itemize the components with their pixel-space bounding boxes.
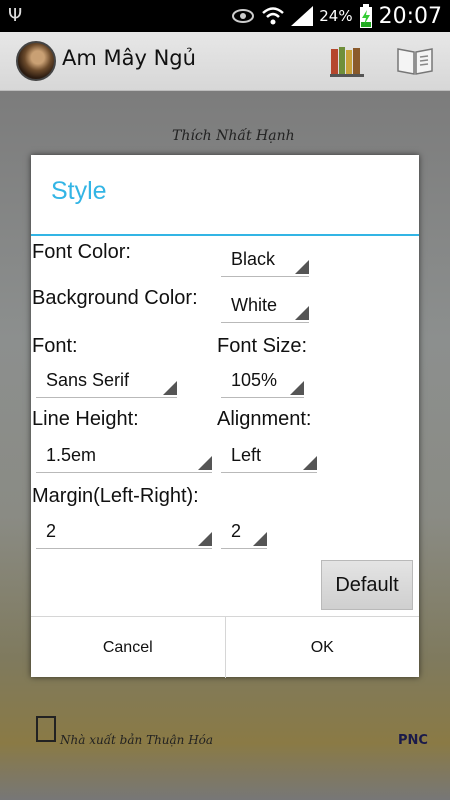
- background-color-label: Background Color:: [32, 287, 198, 309]
- margin-left-spinner[interactable]: 2: [36, 519, 212, 549]
- alignment-value: Left: [231, 445, 262, 465]
- clock: 20:07: [378, 3, 442, 29]
- cancel-button[interactable]: Cancel: [31, 617, 225, 678]
- line-height-value: 1.5em: [46, 445, 97, 465]
- font-label: Font:: [32, 335, 78, 357]
- font-size-spinner[interactable]: 105%: [221, 368, 304, 398]
- spinner-arrow-icon: [198, 456, 212, 470]
- spinner-arrow-icon: [198, 532, 212, 546]
- style-dialog: Style Font Color: Black Background Color…: [31, 155, 419, 678]
- font-value: Sans Serif: [46, 370, 130, 390]
- cover-author: Thích Nhất Hạnh: [172, 128, 295, 144]
- font-spinner[interactable]: Sans Serif: [36, 368, 177, 398]
- dialog-title: Style: [51, 177, 107, 205]
- font-size-label: Font Size:: [217, 335, 308, 357]
- margin-right-spinner[interactable]: 2: [221, 519, 267, 549]
- margin-left-value: 2: [46, 521, 57, 541]
- background-color-spinner[interactable]: White: [221, 293, 309, 323]
- dialog-button-bar: Cancel OK: [31, 616, 419, 678]
- default-button[interactable]: Default: [321, 560, 413, 610]
- action-bar: Am Mây Ngủ: [0, 32, 450, 91]
- signal-icon: [291, 6, 314, 26]
- books-icon[interactable]: [330, 45, 364, 77]
- usb-icon: Ψ: [8, 5, 23, 26]
- battery-charging-icon: [359, 4, 372, 28]
- line-height-label: Line Height:: [32, 408, 139, 430]
- spinner-arrow-icon: [253, 532, 267, 546]
- status-icons: 24% 20:07: [231, 0, 442, 32]
- alignment-label: Alignment:: [217, 408, 312, 430]
- wifi-icon: [262, 7, 285, 25]
- alignment-spinner[interactable]: Left: [221, 443, 317, 473]
- font-color-spinner[interactable]: Black: [221, 247, 309, 277]
- spinner-arrow-icon: [290, 381, 304, 395]
- margin-right-value: 2: [231, 521, 242, 541]
- font-color-label: Font Color:: [32, 241, 131, 263]
- spinner-arrow-icon: [295, 306, 309, 320]
- app-title: Am Mây Ngủ: [62, 46, 196, 70]
- avatar[interactable]: [16, 41, 56, 81]
- spinner-arrow-icon: [303, 456, 317, 470]
- publisher-logo-icon: [36, 716, 56, 742]
- spinner-arrow-icon: [163, 381, 177, 395]
- battery-percent: 24%: [319, 7, 353, 25]
- eye-icon: [232, 9, 255, 23]
- cover-pnc-logo: PNC: [398, 733, 428, 748]
- reader-icon[interactable]: [396, 46, 434, 76]
- status-bar: Ψ 24% 20:07: [0, 0, 450, 32]
- cover-publisher: Nhà xuất bản Thuận Hóa: [60, 733, 214, 747]
- font-color-value: Black: [231, 249, 276, 269]
- ok-button[interactable]: OK: [226, 617, 420, 678]
- line-height-spinner[interactable]: 1.5em: [36, 443, 212, 473]
- margin-label: Margin(Left-Right):: [32, 485, 199, 507]
- font-size-value: 105%: [231, 370, 278, 390]
- background-color-value: White: [231, 295, 278, 315]
- title-divider: [31, 234, 419, 236]
- spinner-arrow-icon: [295, 260, 309, 274]
